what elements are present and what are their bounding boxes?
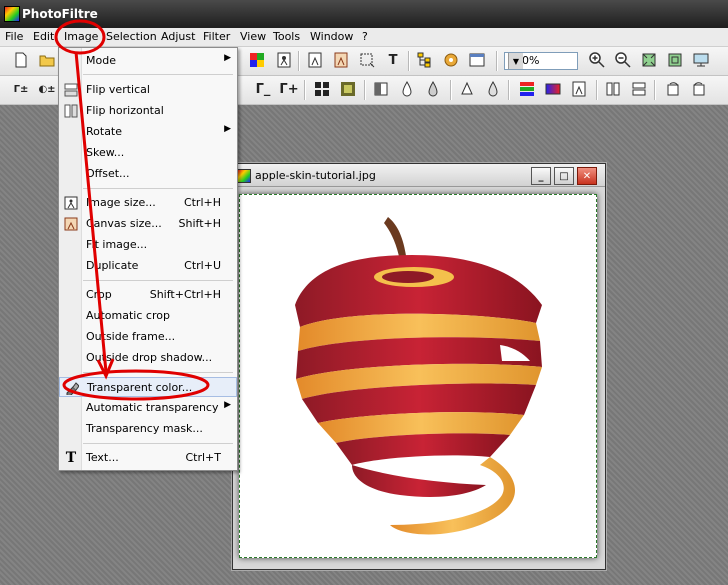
menu-item-image-size[interactable]: Image size... Ctrl+H	[59, 193, 237, 213]
apple-image	[295, 217, 542, 535]
image-size-icon[interactable]	[275, 51, 293, 69]
canvas-size-icon	[63, 216, 79, 232]
menu-filter[interactable]: Filter	[203, 30, 230, 43]
submenu-arrow-icon: ▶	[224, 53, 231, 63]
maximize-icon[interactable]: □	[554, 167, 574, 185]
menu-image[interactable]: Image	[64, 30, 98, 43]
menu-selection[interactable]: Selection	[106, 30, 157, 43]
drop-light-icon[interactable]	[398, 80, 416, 98]
menu-file[interactable]: File	[5, 30, 23, 43]
gamma-plus-icon[interactable]: Γ+	[279, 80, 298, 98]
plugins-icon[interactable]	[442, 51, 460, 69]
menu-item-automatic-crop[interactable]: Automatic crop	[59, 306, 237, 326]
rotate-right-icon[interactable]	[690, 80, 708, 98]
dither-icon[interactable]	[339, 80, 357, 98]
menu-item-skew[interactable]: Skew...	[59, 143, 237, 163]
rotate-left-icon[interactable]	[664, 80, 682, 98]
new-file-icon[interactable]	[12, 51, 30, 69]
image-size-icon	[63, 195, 79, 211]
open-folder-icon[interactable]	[38, 51, 56, 69]
zoom-in-icon[interactable]	[588, 51, 606, 69]
menu-item-outside-drop-shadow[interactable]: Outside drop shadow...	[59, 348, 237, 368]
menu-bar: File Edit Image Selection Adjust Filter …	[0, 28, 728, 47]
flip-icon[interactable]	[630, 80, 648, 98]
menu-item-duplicate[interactable]: Duplicate Ctrl+U	[59, 256, 237, 276]
menu-tools[interactable]: Tools	[273, 30, 300, 43]
canvas-size-icon[interactable]	[306, 51, 324, 69]
menu-adjust[interactable]: Adjust	[161, 30, 195, 43]
minimize-icon[interactable]: _	[531, 167, 551, 185]
app-logo-icon	[4, 6, 20, 22]
transparent-color-icon	[64, 380, 80, 396]
menu-view[interactable]: View	[240, 30, 266, 43]
app-title-bar: PhotoFiltre	[0, 0, 728, 28]
auto-contrast-icon[interactable]: ◐±	[38, 80, 56, 98]
image-window-title-bar[interactable]: apple-skin-tutorial.jpg _ □ ✕	[233, 164, 605, 187]
menu-item-transparent-color[interactable]: Transparent color...	[59, 377, 237, 397]
flip-horizontal-icon	[63, 103, 79, 119]
menu-edit[interactable]: Edit	[33, 30, 54, 43]
window-icon[interactable]	[468, 51, 486, 69]
image-window[interactable]: apple-skin-tutorial.jpg _ □ ✕	[232, 163, 606, 570]
layers-icon[interactable]	[416, 51, 434, 69]
menu-item-canvas-size[interactable]: Canvas size... Shift+H	[59, 214, 237, 234]
menu-item-crop[interactable]: Crop Shift+Ctrl+H	[59, 285, 237, 305]
text-tool-icon[interactable]: T	[384, 51, 402, 69]
chevron-down-icon[interactable]: ▼	[508, 53, 523, 69]
fit-window-icon[interactable]	[640, 51, 658, 69]
app-title: PhotoFiltre	[22, 7, 98, 21]
zoom-select[interactable]: 100% ▼	[504, 52, 578, 70]
menu-help[interactable]: ?	[362, 30, 368, 43]
image-file-icon	[237, 169, 251, 183]
image-window-title: apple-skin-tutorial.jpg	[255, 169, 376, 182]
zoom-out-icon[interactable]	[614, 51, 632, 69]
mirror-icon[interactable]	[604, 80, 622, 98]
color-balance-icon[interactable]	[518, 80, 536, 98]
actual-size-icon[interactable]	[666, 51, 684, 69]
gradient-icon[interactable]	[544, 80, 562, 98]
text-icon: T	[65, 450, 77, 466]
palette-icon[interactable]	[248, 51, 266, 69]
drop-dark-icon[interactable]	[424, 80, 442, 98]
selection-tool-icon[interactable]	[358, 51, 376, 69]
grid-icon[interactable]	[313, 80, 331, 98]
submenu-arrow-icon: ▶	[224, 400, 231, 410]
menu-item-outside-frame[interactable]: Outside frame...	[59, 327, 237, 347]
menu-window[interactable]: Window	[310, 30, 353, 43]
menu-item-fit-image[interactable]: Fit image...	[59, 235, 237, 255]
sharpen-icon[interactable]	[458, 80, 476, 98]
blur-icon[interactable]	[484, 80, 502, 98]
menu-item-offset[interactable]: Offset...	[59, 164, 237, 184]
gamma-minus-icon[interactable]: Γ_	[254, 80, 272, 98]
flip-vertical-icon	[63, 82, 79, 98]
saturation-icon[interactable]	[372, 80, 390, 98]
menu-item-mode[interactable]: Mode ▶	[59, 51, 237, 71]
image-canvas[interactable]	[239, 194, 597, 558]
menu-item-automatic-transparency[interactable]: Automatic transparency ▶	[59, 398, 237, 418]
menu-item-transparency-mask[interactable]: Transparency mask...	[59, 419, 237, 439]
auto-levels-icon[interactable]: Γ±	[12, 80, 30, 98]
full-screen-icon[interactable]	[692, 51, 710, 69]
image-menu: Mode ▶ Flip vertical Flip horizontal Rot…	[58, 47, 238, 471]
menu-item-text[interactable]: T Text... Ctrl+T	[59, 448, 237, 468]
menu-item-flip-horizontal[interactable]: Flip horizontal	[59, 101, 237, 121]
automatic-crop-icon[interactable]	[332, 51, 350, 69]
effects-icon[interactable]	[570, 80, 588, 98]
menu-item-flip-vertical[interactable]: Flip vertical	[59, 80, 237, 100]
close-icon[interactable]: ✕	[577, 167, 597, 185]
submenu-arrow-icon: ▶	[224, 124, 231, 134]
menu-item-rotate[interactable]: Rotate ▶	[59, 122, 237, 142]
